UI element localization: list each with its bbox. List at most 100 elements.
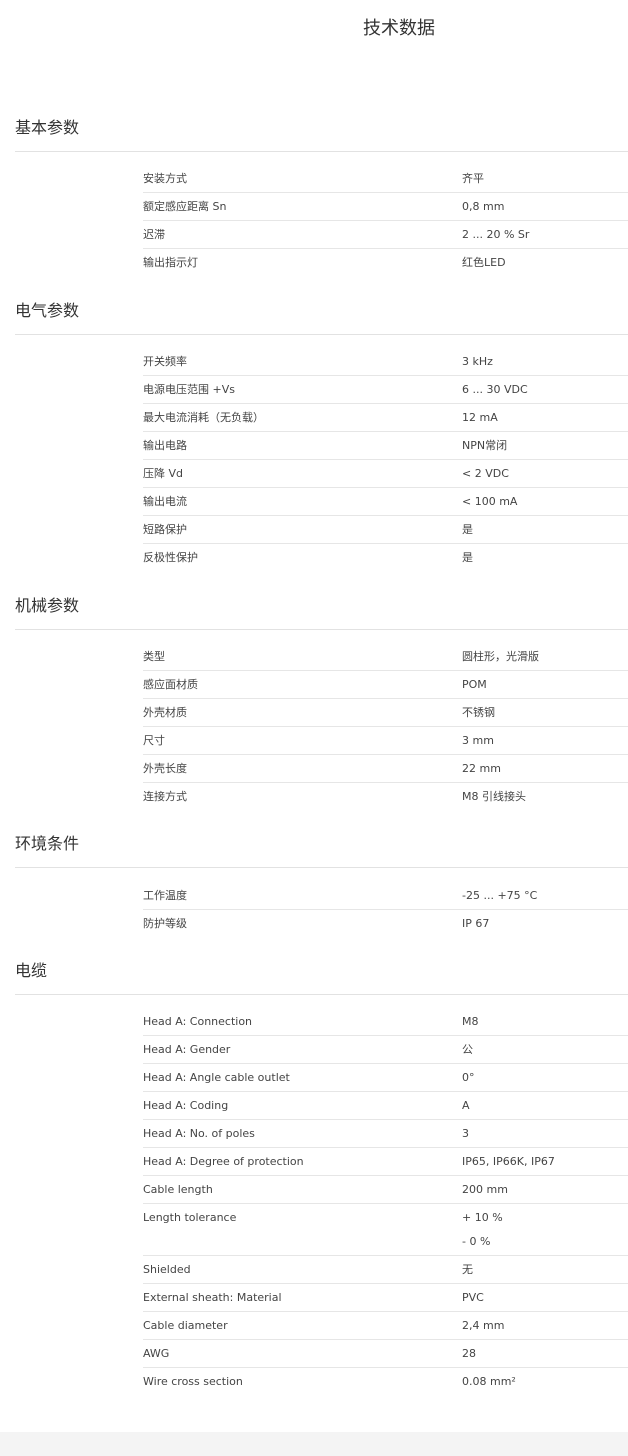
spec-label: 类型 xyxy=(143,650,165,663)
section-environment: 环境条件 工作温度 -25 ... +75 °C 防护等级 IP 67 xyxy=(15,832,628,930)
spec-label: 安装方式 xyxy=(143,172,187,185)
spec-value: 0° xyxy=(462,1071,475,1084)
spec-row: Head A: Gender 公 xyxy=(143,1036,628,1064)
spec-label: External sheath: Material xyxy=(143,1291,282,1304)
spec-label: 额定感应距离 Sn xyxy=(143,200,227,213)
section-cable: 电缆 Head A: Connection M8 Head A: Gender 公 … xyxy=(15,959,628,1388)
section-title: 机械参数 xyxy=(15,596,80,615)
spec-value: 0.08 mm² xyxy=(462,1375,516,1388)
spec-value: A xyxy=(462,1099,470,1112)
spec-value: 不锈钢 xyxy=(462,706,495,719)
spec-value: 3 kHz xyxy=(462,355,493,368)
section-mechanical: 机械参数 类型 圆柱形，光滑版 感应面材质 POM 外壳材质 不锈钢 尺寸 3 mm 外… xyxy=(15,594,628,803)
spec-label: 输出电流 xyxy=(143,495,187,508)
page-title: 技术数据 xyxy=(363,18,435,39)
spec-value: 6 ... 30 VDC xyxy=(462,383,528,396)
spec-value: IP 67 xyxy=(462,917,490,930)
spec-label: 尺寸 xyxy=(143,734,165,747)
spec-row: Cable diameter 2,4 mm xyxy=(143,1312,628,1340)
spec-label: Cable diameter xyxy=(143,1319,228,1332)
spec-label: AWG xyxy=(143,1347,170,1360)
spec-row: 额定感应距离 Sn 0,8 mm xyxy=(143,193,628,221)
spec-value-secondary: - 0 % xyxy=(462,1235,491,1248)
spec-value: 红色LED xyxy=(462,256,506,269)
spec-label: Head A: Connection xyxy=(143,1015,253,1028)
spec-value: 是 xyxy=(462,523,473,536)
spec-row: 防护等级 IP 67 xyxy=(143,910,628,937)
spec-row: 感应面材质 POM xyxy=(143,671,628,699)
spec-value: 3 xyxy=(462,1127,469,1140)
spec-label: 输出指示灯 xyxy=(143,256,198,269)
spec-value: 12 mA xyxy=(462,411,498,424)
spec-value: 齐平 xyxy=(462,172,484,185)
section-divider xyxy=(15,151,628,152)
spec-row: Length tolerance + 10 % - 0 % xyxy=(143,1204,628,1256)
spec-label: Length tolerance xyxy=(143,1211,237,1224)
spec-label: Head A: Coding xyxy=(143,1099,229,1112)
spec-table: 工作温度 -25 ... +75 °C 防护等级 IP 67 xyxy=(143,882,628,937)
spec-row: 类型 圆柱形，光滑版 xyxy=(143,643,628,671)
spec-label: Head A: Angle cable outlet xyxy=(143,1071,290,1084)
spec-label: Head A: Gender xyxy=(143,1043,231,1056)
spec-row: Head A: Connection M8 xyxy=(143,1008,628,1036)
spec-label: Head A: Degree of protection xyxy=(143,1155,304,1168)
spec-row: Cable length 200 mm xyxy=(143,1176,628,1204)
section-divider xyxy=(15,334,628,335)
spec-value: 200 mm xyxy=(462,1183,508,1196)
spec-value: 公 xyxy=(462,1043,473,1056)
spec-row: 反极性保护 是 xyxy=(143,544,628,571)
spec-row: 外壳长度 22 mm xyxy=(143,755,628,783)
spec-value: 0,8 mm xyxy=(462,200,505,213)
spec-value: 3 mm xyxy=(462,734,494,747)
spec-value: M8 xyxy=(462,1015,479,1028)
spec-value: 22 mm xyxy=(462,762,501,775)
spec-value: POM xyxy=(462,678,487,691)
spec-label: 连接方式 xyxy=(143,790,187,803)
spec-row: 安装方式 齐平 xyxy=(143,165,628,193)
spec-row: 短路保护 是 xyxy=(143,516,628,544)
spec-row: Head A: Angle cable outlet 0° xyxy=(143,1064,628,1092)
spec-label: 电源电压范围 +Vs xyxy=(143,383,235,396)
spec-value: 2 ... 20 % Sr xyxy=(462,228,530,241)
spec-label: 迟滞 xyxy=(143,228,165,241)
section-title: 电缆 xyxy=(15,961,48,980)
spec-label: 外壳材质 xyxy=(143,706,187,719)
spec-table: 类型 圆柱形，光滑版 感应面材质 POM 外壳材质 不锈钢 尺寸 3 mm 外壳长度 22… xyxy=(143,643,628,810)
spec-value: 2,4 mm xyxy=(462,1319,505,1332)
spec-value: 是 xyxy=(462,551,473,564)
spec-table: 安装方式 齐平 额定感应距离 Sn 0,8 mm 迟滞 2 ... 20 % Sr 输… xyxy=(143,165,628,276)
spec-row: 外壳材质 不锈钢 xyxy=(143,699,628,727)
footer-bar xyxy=(0,1432,628,1456)
section-title: 环境条件 xyxy=(15,834,80,853)
spec-label: 压降 Vd xyxy=(143,467,184,480)
spec-row: 输出指示灯 红色LED xyxy=(143,249,628,276)
spec-value: 28 xyxy=(462,1347,476,1360)
section-divider xyxy=(15,629,628,630)
section-title: 基本参数 xyxy=(15,118,80,137)
spec-row: 开关频率 3 kHz xyxy=(143,348,628,376)
spec-row: 连接方式 M8 引线接头 xyxy=(143,783,628,810)
spec-row: 迟滞 2 ... 20 % Sr xyxy=(143,221,628,249)
spec-row: 工作温度 -25 ... +75 °C xyxy=(143,882,628,910)
spec-label: Wire cross section xyxy=(143,1375,243,1388)
spec-row: AWG 28 xyxy=(143,1340,628,1368)
spec-row: 输出电流 < 100 mA xyxy=(143,488,628,516)
spec-label: 工作温度 xyxy=(143,889,187,902)
spec-value: < 100 mA xyxy=(462,495,518,508)
spec-row: 最大电流消耗（无负载） 12 mA xyxy=(143,404,628,432)
spec-value: 无 xyxy=(462,1263,473,1276)
spec-row: Shielded 无 xyxy=(143,1256,628,1284)
section-title: 电气参数 xyxy=(15,301,80,320)
section-basic: 基本参数 安装方式 齐平 额定感应距离 Sn 0,8 mm 迟滞 2 ... 20 %… xyxy=(15,116,628,269)
spec-label: 反极性保护 xyxy=(143,551,198,564)
spec-label: 短路保护 xyxy=(143,523,187,536)
spec-label: 最大电流消耗（无负载） xyxy=(143,411,264,424)
spec-label: 输出电路 xyxy=(143,439,187,452)
spec-value: -25 ... +75 °C xyxy=(462,889,538,902)
spec-label: Shielded xyxy=(143,1263,191,1276)
spec-row: Head A: No. of poles 3 xyxy=(143,1120,628,1148)
spec-row: External sheath: Material PVC xyxy=(143,1284,628,1312)
spec-value: 圆柱形，光滑版 xyxy=(462,650,539,663)
spec-value: IP65, IP66K, IP67 xyxy=(462,1155,555,1168)
spec-label: 感应面材质 xyxy=(143,678,198,691)
